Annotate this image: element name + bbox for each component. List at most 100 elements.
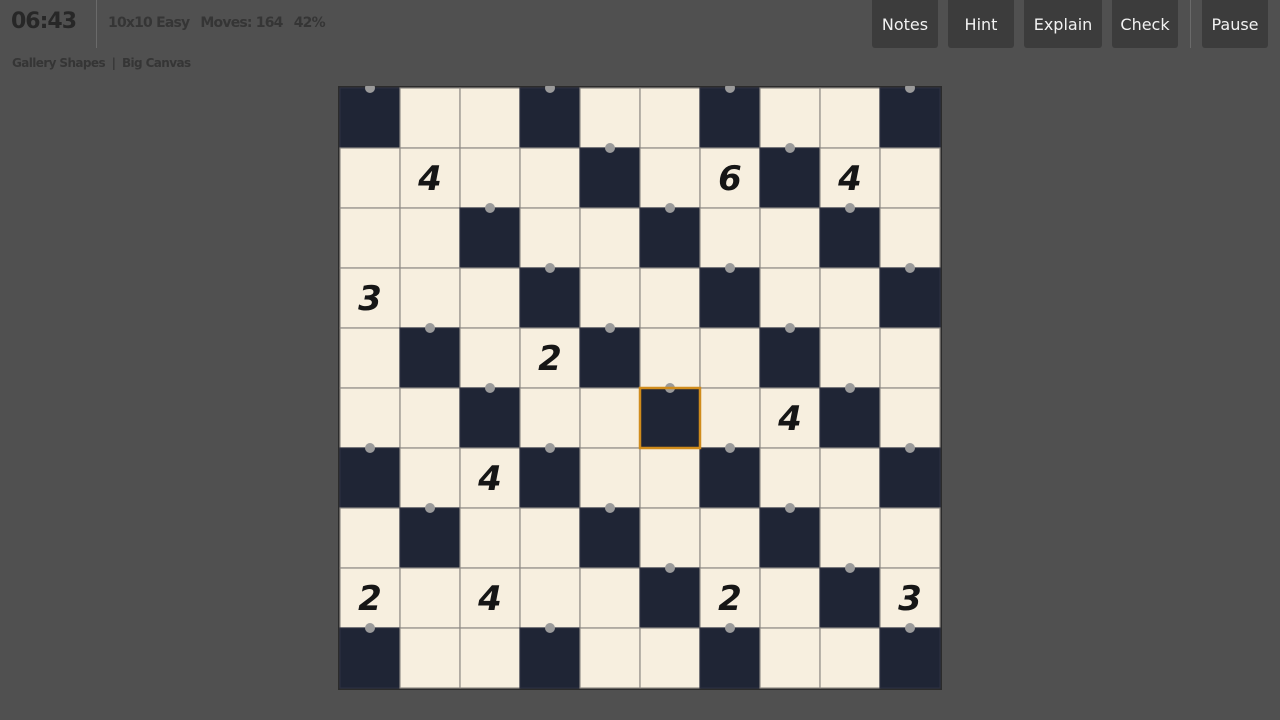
board-cell-shaded[interactable] bbox=[399, 327, 461, 389]
board-cell[interactable] bbox=[639, 87, 701, 149]
board-cell[interactable] bbox=[759, 267, 821, 329]
board-cell[interactable] bbox=[879, 147, 941, 209]
board-cell[interactable] bbox=[579, 387, 641, 449]
board-cell[interactable] bbox=[399, 207, 461, 269]
board-cell[interactable] bbox=[399, 267, 461, 329]
notes-button[interactable]: Notes bbox=[872, 0, 938, 48]
board-cell-shaded[interactable] bbox=[879, 87, 941, 149]
board-cell[interactable] bbox=[339, 387, 401, 449]
explain-button[interactable]: Explain bbox=[1024, 0, 1102, 48]
board-cell[interactable] bbox=[819, 87, 881, 149]
board-cell-shaded[interactable] bbox=[819, 567, 881, 629]
board-cell[interactable] bbox=[399, 567, 461, 629]
board-cell-shaded[interactable] bbox=[579, 327, 641, 389]
board-cell-shaded[interactable] bbox=[579, 507, 641, 569]
board-cell-shaded[interactable] bbox=[519, 87, 581, 149]
board-cell-shaded[interactable] bbox=[639, 567, 701, 629]
board-cell[interactable] bbox=[759, 627, 821, 689]
board-cell[interactable] bbox=[879, 207, 941, 269]
board-cell[interactable] bbox=[819, 267, 881, 329]
check-button[interactable]: Check bbox=[1112, 0, 1178, 48]
board-cell[interactable] bbox=[699, 327, 761, 389]
board-cell[interactable] bbox=[579, 207, 641, 269]
board-cell-shaded[interactable] bbox=[879, 627, 941, 689]
board-cell[interactable] bbox=[699, 207, 761, 269]
cell-clue-number: 4 bbox=[837, 159, 862, 199]
board-cell[interactable] bbox=[579, 627, 641, 689]
hint-button[interactable]: Hint bbox=[948, 0, 1014, 48]
board-cell[interactable] bbox=[579, 87, 641, 149]
board-cell[interactable] bbox=[519, 567, 581, 629]
board-cell-shaded[interactable] bbox=[339, 627, 401, 689]
board-cell[interactable] bbox=[579, 447, 641, 509]
board-cell[interactable] bbox=[519, 207, 581, 269]
board-cell[interactable] bbox=[459, 327, 521, 389]
board-cell[interactable] bbox=[519, 147, 581, 209]
board-cell-shaded[interactable] bbox=[519, 267, 581, 329]
board-cell-shaded[interactable] bbox=[399, 507, 461, 569]
board-cell-shaded[interactable] bbox=[639, 207, 701, 269]
board-cell[interactable] bbox=[759, 87, 821, 149]
cell-marker-dot bbox=[605, 143, 615, 153]
board-cell[interactable] bbox=[399, 627, 461, 689]
board-cell[interactable] bbox=[639, 147, 701, 209]
board-cell[interactable] bbox=[759, 567, 821, 629]
board-cell[interactable] bbox=[579, 567, 641, 629]
board-cell[interactable] bbox=[339, 327, 401, 389]
board-cell-shaded[interactable] bbox=[759, 327, 821, 389]
board-cell[interactable] bbox=[819, 627, 881, 689]
board-cell[interactable] bbox=[819, 507, 881, 569]
pause-button[interactable]: Pause bbox=[1202, 0, 1268, 48]
board-cell[interactable] bbox=[459, 507, 521, 569]
board-cell[interactable] bbox=[399, 87, 461, 149]
board-cell[interactable] bbox=[459, 147, 521, 209]
board-cell[interactable] bbox=[759, 207, 821, 269]
puzzle-board[interactable]: 4 6 4 3 2 4 4 2 4 2 3 bbox=[338, 86, 942, 690]
board-cell[interactable] bbox=[639, 447, 701, 509]
board-cell[interactable] bbox=[459, 267, 521, 329]
board-cell[interactable] bbox=[639, 327, 701, 389]
board-cell[interactable] bbox=[879, 507, 941, 569]
board-cell[interactable] bbox=[339, 207, 401, 269]
board-cell[interactable] bbox=[519, 387, 581, 449]
gallery-link[interactable]: Gallery Shapes bbox=[12, 56, 106, 70]
board-cell[interactable] bbox=[639, 267, 701, 329]
board-cell[interactable] bbox=[639, 627, 701, 689]
board-cell-shaded[interactable] bbox=[699, 447, 761, 509]
board-cell-shaded[interactable] bbox=[339, 447, 401, 509]
board-cell-shaded[interactable] bbox=[459, 387, 521, 449]
board-cell-shaded[interactable] bbox=[879, 447, 941, 509]
board-cell[interactable] bbox=[819, 447, 881, 509]
board-cell-shaded[interactable] bbox=[699, 267, 761, 329]
board-cell[interactable] bbox=[579, 267, 641, 329]
board-cell-shaded[interactable] bbox=[819, 387, 881, 449]
board-cell[interactable] bbox=[759, 447, 821, 509]
board-cell[interactable] bbox=[339, 507, 401, 569]
board-cell[interactable] bbox=[639, 507, 701, 569]
board-cell[interactable] bbox=[819, 327, 881, 389]
board-cell-shaded[interactable] bbox=[879, 267, 941, 329]
board-cell-shaded[interactable] bbox=[639, 387, 701, 449]
board-cell-shaded[interactable] bbox=[699, 87, 761, 149]
board-cell-shaded[interactable] bbox=[339, 87, 401, 149]
board-cell-shaded[interactable] bbox=[699, 627, 761, 689]
board-cell[interactable] bbox=[399, 387, 461, 449]
canvas-link[interactable]: Big Canvas bbox=[122, 56, 191, 70]
board-cell[interactable] bbox=[399, 447, 461, 509]
board-cell-shaded[interactable] bbox=[459, 207, 521, 269]
board-cell[interactable] bbox=[699, 387, 761, 449]
board-cell-shaded[interactable] bbox=[519, 627, 581, 689]
board-cell[interactable] bbox=[519, 507, 581, 569]
board-cell[interactable] bbox=[339, 147, 401, 209]
board-cell[interactable] bbox=[459, 87, 521, 149]
board-cell-shaded[interactable] bbox=[519, 447, 581, 509]
board-cell[interactable] bbox=[459, 627, 521, 689]
board-cell-shaded[interactable] bbox=[759, 507, 821, 569]
board-cell[interactable] bbox=[699, 507, 761, 569]
board-cell-shaded[interactable] bbox=[579, 147, 641, 209]
cell-clue-number: 2 bbox=[358, 579, 382, 619]
board-cell-shaded[interactable] bbox=[759, 147, 821, 209]
board-cell-shaded[interactable] bbox=[819, 207, 881, 269]
board-cell[interactable] bbox=[879, 327, 941, 389]
board-cell[interactable] bbox=[879, 387, 941, 449]
